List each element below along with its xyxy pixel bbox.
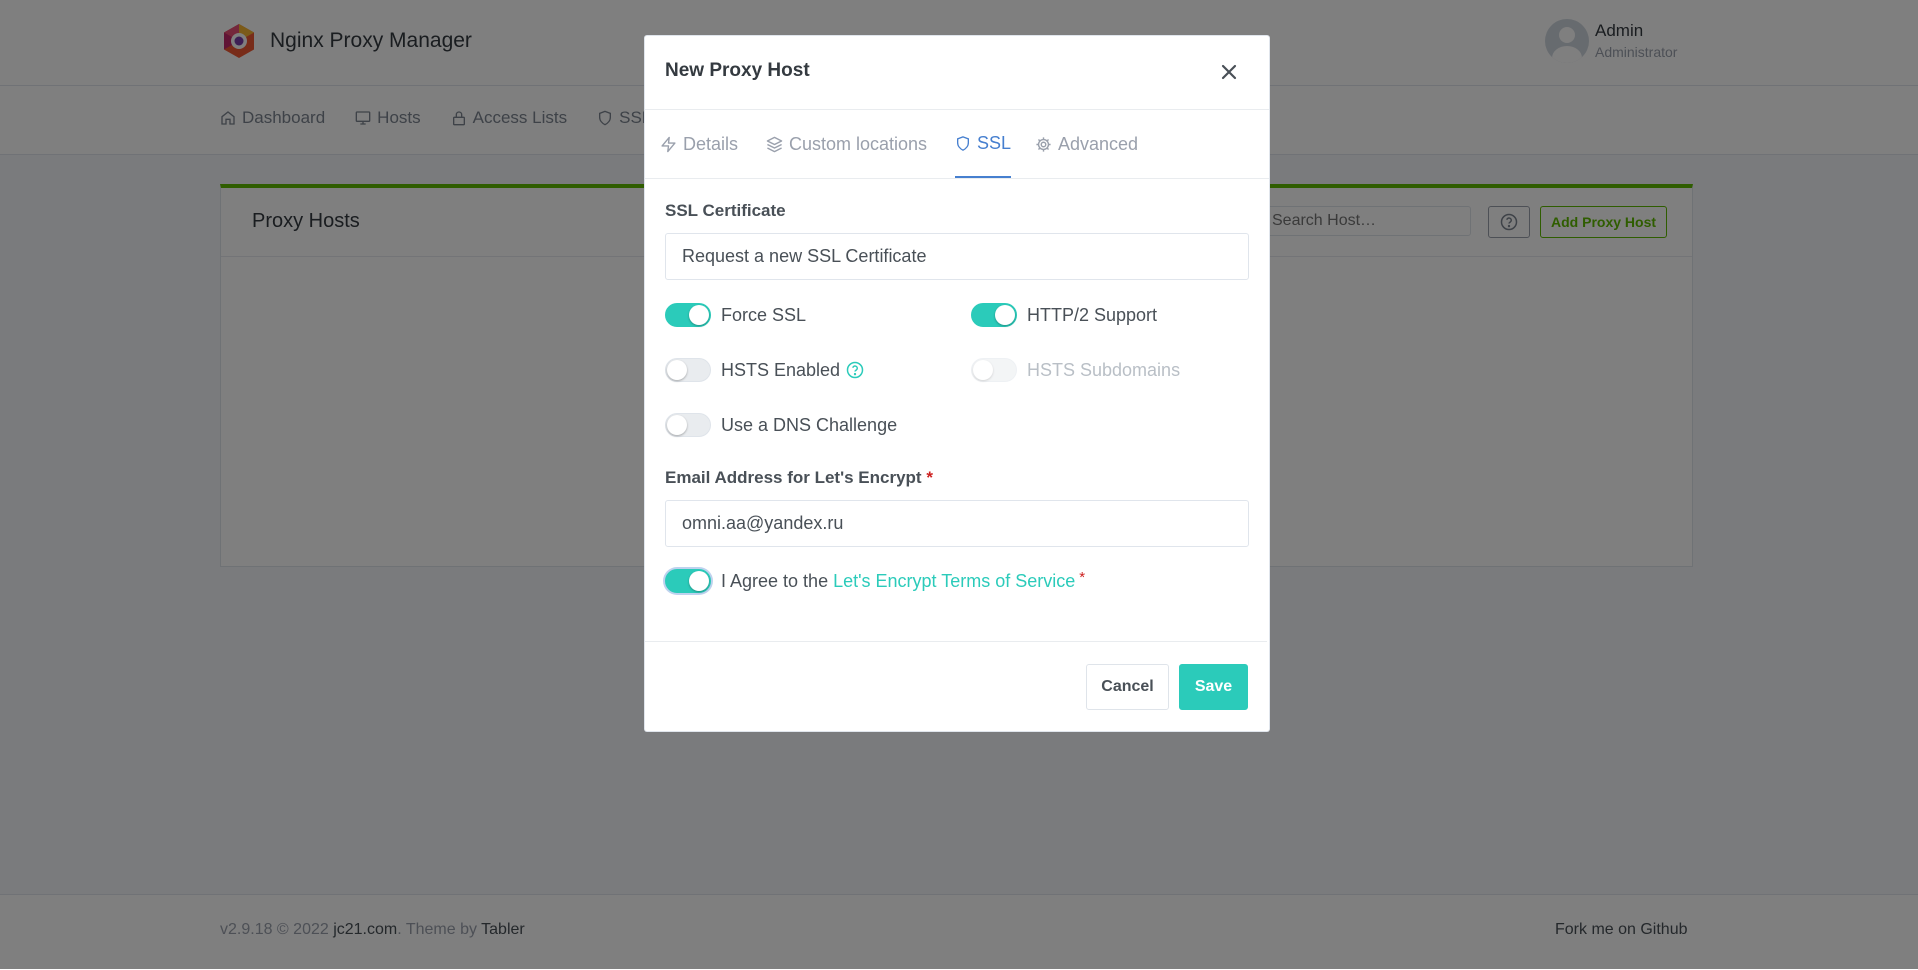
terms-of-service-link[interactable]: Let's Encrypt Terms of Service [833, 571, 1075, 592]
toggle-label: Force SSL [721, 304, 807, 325]
toggle-switch[interactable] [665, 413, 711, 437]
toggle-switch[interactable] [665, 569, 711, 593]
tab-ssl[interactable]: SSL [955, 110, 1012, 178]
modal-tabs: Details Custom locations SSL Advanced [645, 110, 1269, 179]
new-proxy-host-modal: New Proxy Host Details Custom locations … [644, 35, 1270, 732]
toggle-label: I Agree to the [721, 570, 829, 591]
close-icon[interactable] [1219, 62, 1239, 82]
modal-title: New Proxy Host [665, 60, 810, 81]
cancel-button[interactable]: Cancel [1086, 664, 1169, 710]
tab-details[interactable]: Details [660, 110, 738, 178]
toggle-label: HSTS Enabled [721, 359, 841, 380]
layers-icon [766, 136, 783, 152]
hsts-enabled-toggle[interactable]: HSTS Enabled [665, 358, 864, 382]
hsts-subdomains-toggle: HSTS Subdomains [971, 358, 1180, 382]
toggle-switch[interactable] [971, 303, 1017, 327]
tab-label: Details [683, 133, 739, 154]
save-button[interactable]: Save [1179, 664, 1248, 710]
toggle-switch[interactable] [665, 303, 711, 327]
tab-custom-locations[interactable]: Custom locations [766, 110, 927, 178]
tab-label: Custom locations [789, 133, 928, 154]
http2-support-toggle[interactable]: HTTP/2 Support [971, 303, 1157, 327]
ssl-certificate-label: SSL Certificate [665, 201, 786, 220]
force-ssl-toggle[interactable]: Force SSL [665, 303, 806, 327]
gear-icon [1036, 136, 1051, 152]
toggle-switch [971, 358, 1017, 382]
help-circle-icon[interactable] [846, 361, 864, 379]
tab-advanced[interactable]: Advanced [1035, 110, 1138, 178]
toggle-label: HSTS Subdomains [1027, 359, 1181, 380]
ssl-certificate-select[interactable]: Request a new SSL Certificate [665, 233, 1249, 280]
toggle-switch[interactable] [665, 358, 711, 382]
toggle-label: HTTP/2 Support [1027, 304, 1158, 325]
shield-icon [957, 135, 969, 151]
required-mark: * [926, 468, 933, 487]
tab-label: Advanced [1058, 133, 1139, 154]
zap-icon [661, 136, 676, 152]
agree-terms-toggle[interactable]: I Agree to the Let's Encrypt Terms of Se… [665, 569, 1085, 593]
email-label-text: Email Address for Let's Encrypt [665, 468, 922, 487]
dns-challenge-toggle[interactable]: Use a DNS Challenge [665, 413, 897, 437]
required-mark: * [1079, 568, 1086, 586]
toggle-label: Use a DNS Challenge [721, 414, 898, 435]
email-label: Email Address for Let's Encrypt * [665, 468, 933, 488]
modal-footer: Cancel Save [645, 641, 1267, 730]
email-field[interactable]: omni.aa@yandex.ru [665, 500, 1249, 547]
modal-header: New Proxy Host [645, 36, 1269, 110]
tab-label: SSL [977, 132, 1012, 153]
